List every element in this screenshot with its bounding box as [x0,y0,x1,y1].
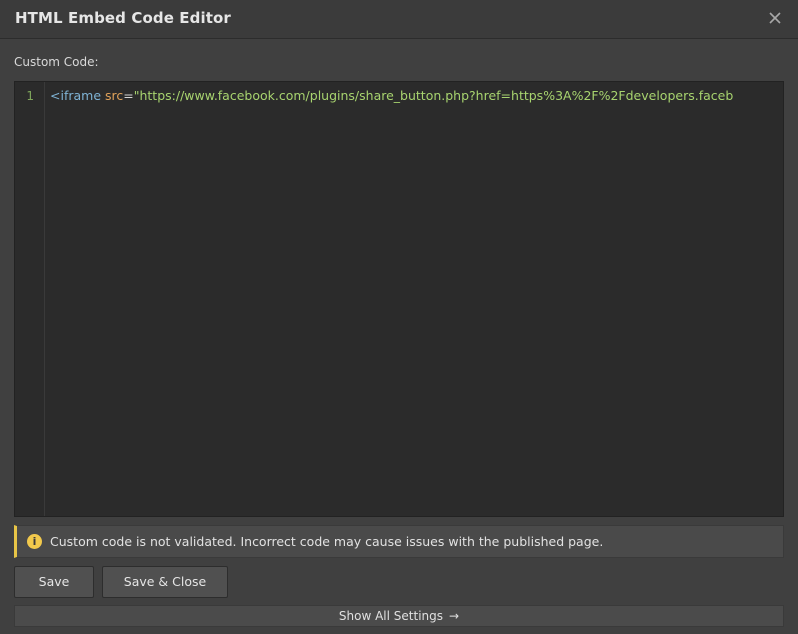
line-gutter: 1 [15,82,45,516]
line-number: 1 [26,89,34,103]
code-tag: <iframe [50,88,102,103]
save-close-button[interactable]: Save & Close [102,566,228,598]
arrow-right-icon: → [449,609,460,623]
code-line[interactable]: <iframe src="https://www.facebook.com/pl… [50,88,733,103]
close-icon-glyph [769,12,781,24]
code-string: "https://www.facebook.com/plugins/share_… [133,88,734,103]
close-icon[interactable] [766,9,784,27]
show-all-settings-button[interactable]: Show All Settings → [14,605,784,627]
show-all-settings-label: Show All Settings [338,609,444,623]
code-attribute: src [105,88,124,103]
dialog-title: HTML Embed Code Editor [15,9,231,27]
notice-text: Custom code is not validated. Incorrect … [50,534,604,549]
dialog-header: HTML Embed Code Editor [0,0,798,39]
save-button[interactable]: Save [14,566,94,598]
code-equals: = [123,88,134,103]
info-icon: i [27,534,42,549]
code-editor[interactable]: 1 <iframe src="https://www.facebook.com/… [14,81,784,517]
custom-code-label: Custom Code: [14,55,99,69]
validation-notice: i Custom code is not validated. Incorrec… [14,525,784,558]
html-embed-dialog: HTML Embed Code Editor Custom Code: 1 <i… [0,0,798,634]
